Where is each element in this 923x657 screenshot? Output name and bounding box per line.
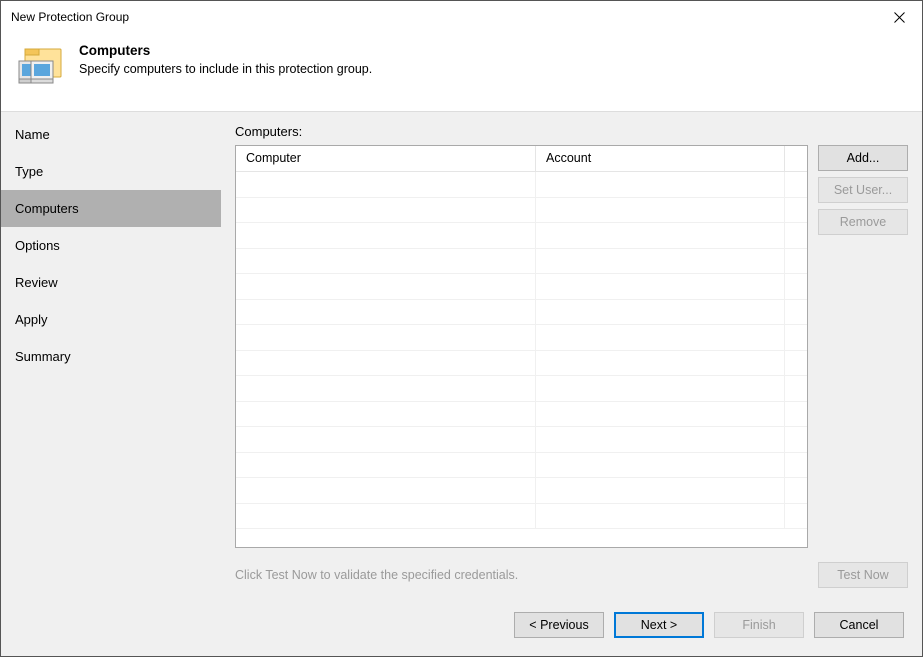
table-row[interactable] [236, 453, 807, 479]
table-row[interactable] [236, 274, 807, 300]
sidebar-item-options[interactable]: Options [1, 227, 221, 264]
cancel-button[interactable]: Cancel [814, 612, 904, 638]
previous-button[interactable]: < Previous [514, 612, 604, 638]
computers-table[interactable]: Computer Account [235, 145, 808, 548]
wizard-header: Computers Specify computers to include i… [1, 33, 922, 111]
add-button[interactable]: Add... [818, 145, 908, 171]
finish-button: Finish [714, 612, 804, 638]
column-header-computer[interactable]: Computer [236, 146, 536, 171]
computers-label: Computers: [235, 124, 908, 139]
sidebar-item-name[interactable]: Name [1, 116, 221, 153]
table-row[interactable] [236, 249, 807, 275]
sidebar-item-summary[interactable]: Summary [1, 338, 221, 375]
test-now-button: Test Now [818, 562, 908, 588]
titlebar: New Protection Group [1, 1, 922, 33]
column-header-spacer [785, 146, 807, 171]
page-heading: Computers [79, 43, 372, 58]
sidebar-item-computers[interactable]: Computers [1, 190, 221, 227]
set-user-button: Set User... [818, 177, 908, 203]
main-panel: Computers: Computer Account [221, 112, 922, 598]
page-subheading: Specify computers to include in this pro… [79, 62, 372, 76]
column-header-account[interactable]: Account [536, 146, 785, 171]
table-row[interactable] [236, 376, 807, 402]
table-row[interactable] [236, 427, 807, 453]
table-row[interactable] [236, 198, 807, 224]
sidebar-item-review[interactable]: Review [1, 264, 221, 301]
table-row[interactable] [236, 402, 807, 428]
close-icon [894, 12, 905, 23]
sidebar-item-type[interactable]: Type [1, 153, 221, 190]
table-row[interactable] [236, 504, 807, 530]
table-row[interactable] [236, 172, 807, 198]
close-button[interactable] [876, 1, 922, 33]
table-row[interactable] [236, 478, 807, 504]
test-hint-text: Click Test Now to validate the specified… [235, 568, 518, 582]
remove-button: Remove [818, 209, 908, 235]
wizard-footer: < Previous Next > Finish Cancel [1, 598, 922, 656]
next-button[interactable]: Next > [614, 612, 704, 638]
sidebar-item-apply[interactable]: Apply [1, 301, 221, 338]
table-row[interactable] [236, 325, 807, 351]
table-row[interactable] [236, 300, 807, 326]
table-row[interactable] [236, 351, 807, 377]
window-title: New Protection Group [11, 10, 129, 24]
table-side-buttons: Add... Set User... Remove [818, 145, 908, 548]
table-body[interactable] [236, 172, 807, 547]
wizard-sidebar: Name Type Computers Options Review Apply… [1, 112, 221, 598]
table-row[interactable] [236, 223, 807, 249]
table-header: Computer Account [236, 146, 807, 172]
folder-computer-icon [17, 43, 65, 91]
